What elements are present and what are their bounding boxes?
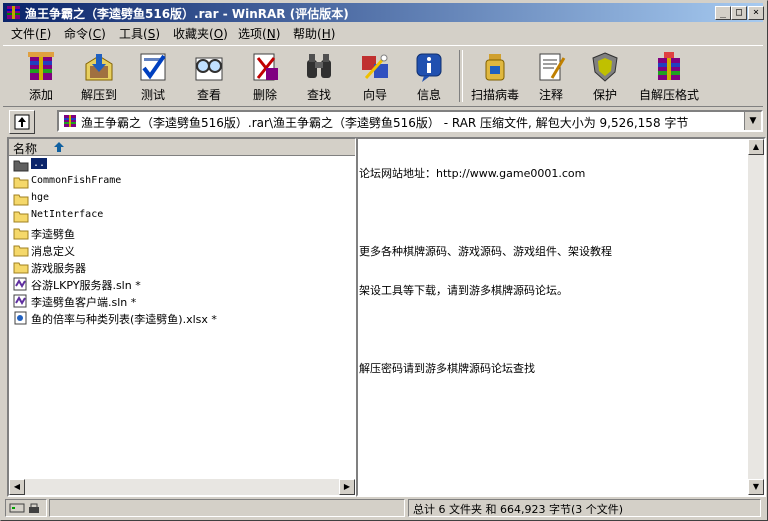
- toolbar-find-button[interactable]: 查找: [293, 48, 345, 104]
- folder-icon: [13, 228, 29, 240]
- extract-icon: [85, 54, 113, 81]
- toolbar-virus-scan-button[interactable]: 扫描病毒: [465, 48, 525, 104]
- scroll-down-button[interactable]: ▼: [748, 479, 764, 495]
- minimize-button[interactable]: _: [715, 6, 731, 20]
- folder-icon: [13, 194, 29, 206]
- menu-tools[interactable]: 工具(S): [119, 25, 160, 42]
- status-bar: 总计 6 文件夹 和 664,923 字节(3 个文件): [3, 498, 763, 518]
- toolbar-extract-button[interactable]: 解压到: [73, 48, 125, 104]
- visual-studio-solution-icon: [13, 277, 27, 291]
- test-icon: [140, 53, 166, 81]
- comment-line: 论坛网站地址：http://www.game0001.com: [359, 167, 586, 180]
- address-dropdown-button[interactable]: ▼: [744, 112, 761, 130]
- toolbar-separator: [459, 50, 463, 102]
- scroll-right-button[interactable]: ▶: [339, 479, 355, 495]
- view-icon: [195, 57, 223, 81]
- rar-archive-icon: [64, 115, 76, 127]
- archive-summary-box: 总计 6 文件夹 和 664,923 字节(3 个文件): [408, 499, 761, 517]
- maximize-button[interactable]: □: [731, 6, 747, 20]
- toolbar-test-button[interactable]: 测试: [127, 48, 179, 104]
- comment-line: 解压密码请到游多棋牌源码论坛查找: [359, 362, 535, 375]
- scroll-up-button[interactable]: ▲: [748, 139, 764, 155]
- toolbar-sfx-button[interactable]: 自解压格式: [633, 48, 705, 104]
- toolbar-wizard-button[interactable]: 向导: [349, 48, 401, 104]
- toolbar-add-button[interactable]: 添加: [15, 48, 67, 104]
- toolbar-info-button[interactable]: 信息: [403, 48, 455, 104]
- protect-icon: [592, 52, 618, 82]
- title-bar[interactable]: 渔王争霸之（李逵劈鱼516版）.rar - WinRAR (评估版本) _ □ …: [3, 3, 764, 22]
- toolbar-protect-button[interactable]: 保护: [579, 48, 631, 104]
- sort-ascending-icon: [54, 142, 64, 152]
- folder-icon: [13, 245, 29, 257]
- drive-status-box[interactable]: [5, 499, 47, 517]
- comment-line: [359, 323, 739, 336]
- winrar-window: 渔王争霸之（李逵劈鱼516版）.rar - WinRAR (评估版本) _ □ …: [0, 0, 768, 521]
- find-icon: [307, 54, 331, 78]
- comment-line: 架设工具等下载，请到游多棋牌源码论坛。: [359, 284, 568, 297]
- menu-command[interactable]: 命令(C): [64, 25, 106, 42]
- wizard-icon: [362, 54, 388, 80]
- horizontal-scrollbar[interactable]: ◀ ▶: [9, 479, 355, 495]
- menu-favorites[interactable]: 收藏夹(O): [173, 25, 228, 42]
- menu-bar: 文件(F) 命令(C) 工具(S) 收藏夹(O) 选项(N) 帮助(H): [3, 23, 763, 43]
- parent-folder-icon: [13, 160, 29, 172]
- column-header-name[interactable]: 名称: [9, 139, 355, 156]
- spreadsheet-file-icon: [14, 311, 27, 325]
- address-field[interactable]: 渔王争霸之（李逵劈鱼516版）.rar\渔王争霸之（李逵劈鱼516版） - RA…: [57, 110, 763, 132]
- toolbar-view-button[interactable]: 查看: [183, 48, 235, 104]
- window-title: 渔王争霸之（李逵劈鱼516版）.rar - WinRAR (评估版本): [25, 7, 349, 21]
- scroll-left-button[interactable]: ◀: [9, 479, 25, 495]
- vertical-scrollbar[interactable]: ▲ ▼: [748, 139, 764, 495]
- virus-scan-icon: [485, 54, 505, 81]
- toolbar: 添加 解压到 测试 查看 删除 查找 向导 信息 扫描病毒 注释 保护 自解压格…: [3, 45, 763, 107]
- delete-icon: [253, 53, 278, 81]
- comment-line: [359, 206, 739, 219]
- close-button[interactable]: ×: [748, 6, 764, 20]
- menu-file[interactable]: 文件(F): [11, 25, 51, 42]
- folder-icon: [13, 177, 29, 189]
- comment-line: 更多各种棋牌源码、游戏源码、游戏组件、架设教程: [359, 245, 612, 258]
- archive-summary-text: 总计 6 文件夹 和 664,923 字节(3 个文件): [413, 503, 624, 516]
- archive-path: 渔王争霸之（李逵劈鱼516版）.rar\渔王争霸之（李逵劈鱼516版） - RA…: [81, 116, 689, 130]
- up-one-level-button[interactable]: [9, 110, 35, 134]
- comment-pane: 论坛网站地址：http://www.game0001.com 更多各种棋牌源码、…: [356, 137, 766, 497]
- visual-studio-solution-icon: [13, 294, 27, 308]
- folder-icon: [13, 211, 29, 223]
- sfx-icon: [658, 52, 680, 80]
- archive-comment: 论坛网站地址：http://www.game0001.com 更多各种棋牌源码、…: [359, 141, 739, 401]
- menu-options[interactable]: 选项(N): [238, 25, 280, 42]
- address-bar: 渔王争霸之（李逵劈鱼516版）.rar\渔王争霸之（李逵劈鱼516版） - RA…: [3, 108, 763, 134]
- menu-help[interactable]: 帮助(H): [293, 25, 335, 42]
- up-arrow-icon: [14, 114, 30, 130]
- drive-lock-icon: [9, 503, 39, 513]
- add-archive-icon: [28, 52, 54, 80]
- selection-status-box: [49, 499, 405, 517]
- toolbar-comment-button[interactable]: 注释: [525, 48, 577, 104]
- winrar-app-icon: [7, 6, 20, 19]
- comment-icon: [539, 53, 566, 81]
- toolbar-delete-button[interactable]: 删除: [239, 48, 291, 104]
- info-icon: [416, 53, 442, 82]
- file-list-pane: 名称 .. CommonFishFrame hge NetInterface 李…: [7, 137, 357, 497]
- folder-icon: [13, 262, 29, 274]
